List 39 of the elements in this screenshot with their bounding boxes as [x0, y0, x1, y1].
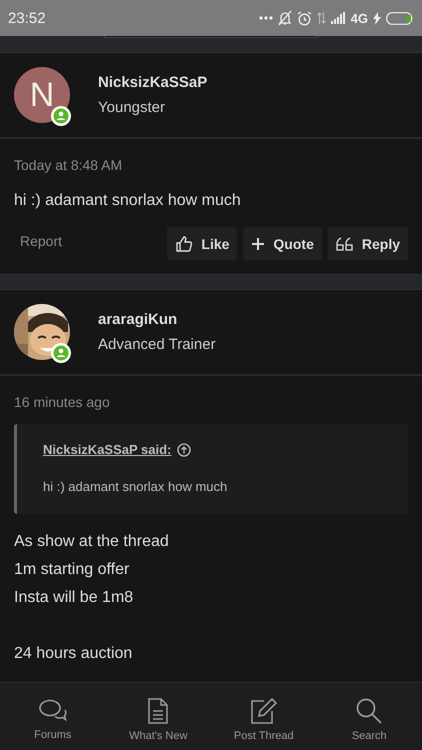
arrow-up-circle-icon[interactable] [177, 442, 192, 456]
battery-icon [386, 12, 414, 24]
username[interactable]: NicksizKaSSaP [98, 74, 208, 91]
clock-time: 23:52 [8, 10, 46, 26]
quote-text: hi :) adamant snorlax how much [43, 479, 228, 494]
document-icon [148, 698, 168, 724]
quote-marks-icon [336, 236, 354, 250]
user-title: Youngster [98, 99, 166, 116]
plus-icon [251, 236, 266, 250]
quote-author-link[interactable]: NicksizKaSSaP said: [43, 442, 172, 457]
pencil-square-icon [250, 698, 278, 724]
post-time[interactable]: 16 minutes ago [14, 394, 408, 410]
data-arrows-icon [316, 11, 326, 25]
nav-tab[interactable]: Forums [0, 683, 106, 750]
avatar: N [14, 67, 70, 123]
network-type: 4G [350, 10, 368, 26]
reply-button[interactable]: Reply [328, 227, 408, 260]
alarm-icon [296, 10, 312, 26]
more-dots-icon [258, 16, 273, 20]
quote-button[interactable]: Quote [243, 227, 322, 260]
nav-tab[interactable]: Search [316, 683, 422, 750]
message-text: 1m starting offer [14, 560, 130, 580]
chat-bubbles-icon [38, 699, 67, 723]
user-title: Advanced Trainer [98, 336, 216, 353]
message-text: Insta will be 1m8 [14, 588, 134, 608]
nav-tab[interactable]: Post Thread [211, 683, 316, 750]
charging-bolt-icon [373, 12, 381, 24]
post-time[interactable]: Today at 8:48 AM [14, 157, 408, 173]
nav-tab[interactable]: What's New [106, 683, 211, 750]
search-icon [356, 698, 382, 724]
message-text: 24 hours auction [14, 644, 134, 664]
bell-off-icon [278, 10, 292, 26]
report-link[interactable]: Report [14, 232, 162, 248]
message-text: hi :) adamant snorlax how much [14, 191, 242, 211]
message-text: As show at the thread [14, 532, 170, 552]
username[interactable]: araragiKun [98, 311, 216, 328]
like-button[interactable]: Like [167, 227, 238, 260]
thumbs-up-icon [175, 234, 194, 252]
signal-icon [330, 12, 346, 24]
